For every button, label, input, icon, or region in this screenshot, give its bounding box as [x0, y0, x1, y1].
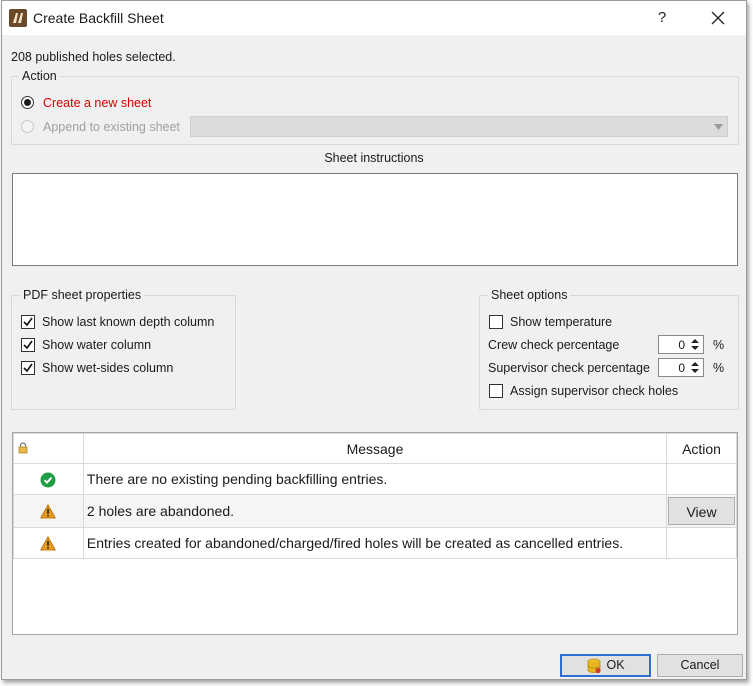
show-temperature-label[interactable]: Show temperature [510, 315, 612, 329]
message-cell: There are no existing pending backfillin… [82, 463, 668, 495]
spin-arrows-icon[interactable] [688, 360, 702, 375]
selection-summary: 208 published holes selected. [11, 50, 176, 64]
dialog-window: Create Backfill Sheet ? 208 published ho… [1, 0, 747, 680]
title-bar: Create Backfill Sheet ? [2, 1, 746, 35]
database-icon [588, 658, 602, 673]
existing-sheet-select[interactable] [190, 116, 728, 137]
assign-supervisor-label[interactable]: Assign supervisor check holes [510, 384, 678, 398]
table-row: Entries created for abandoned/charged/fi… [13, 527, 737, 559]
pdf-properties-legend: PDF sheet properties [20, 288, 145, 302]
show-temperature-checkbox[interactable] [489, 315, 503, 329]
action-cell [666, 463, 737, 495]
action-column-header: Action [666, 433, 737, 464]
supervisor-check-spinbox[interactable]: 0 [658, 358, 704, 377]
table-header-row: Message Action [13, 433, 737, 464]
show-water-column-checkbox[interactable] [21, 338, 35, 352]
crew-check-unit: % [713, 338, 725, 352]
action-cell: View [666, 494, 737, 528]
view-button[interactable]: View [668, 497, 735, 525]
action-cell [666, 527, 737, 559]
checkmark-icon [23, 317, 33, 327]
table-row: 2 holes are abandoned. View [13, 494, 737, 528]
ok-label: OK [606, 658, 625, 672]
cancel-button[interactable]: Cancel [657, 654, 743, 677]
message-cell: 2 holes are abandoned. [82, 494, 668, 528]
warning-icon [40, 504, 57, 519]
show-depth-column-label[interactable]: Show last known depth column [42, 315, 214, 329]
checkmark-icon [23, 363, 33, 373]
message-cell: Entries created for abandoned/charged/fi… [82, 527, 668, 559]
create-new-sheet-label[interactable]: Create a new sheet [43, 96, 151, 110]
supervisor-check-unit: % [713, 361, 725, 375]
crew-check-value: 0 [678, 338, 685, 352]
lock-icon [18, 441, 28, 453]
close-button[interactable] [704, 7, 732, 29]
pdf-properties-group [11, 295, 236, 410]
close-icon [711, 11, 725, 25]
show-water-column-label[interactable]: Show water column [42, 338, 151, 352]
append-existing-sheet-radio[interactable] [21, 120, 34, 133]
action-legend: Action [19, 69, 60, 83]
status-cell [13, 494, 84, 528]
sheet-options-legend: Sheet options [488, 288, 571, 302]
status-cell [13, 527, 84, 559]
app-logo-icon [9, 9, 27, 27]
assign-supervisor-checkbox[interactable] [489, 384, 503, 398]
message-column-header: Message [82, 433, 668, 464]
show-wet-sides-column-label[interactable]: Show wet-sides column [42, 361, 173, 375]
sheet-instructions-label: Sheet instructions [324, 151, 424, 165]
sheet-instructions-input[interactable] [12, 173, 738, 266]
lock-column-header [13, 433, 84, 464]
create-new-sheet-radio[interactable] [21, 96, 34, 109]
check-circle-icon [40, 472, 56, 488]
supervisor-check-label: Supervisor check percentage [488, 361, 650, 375]
crew-check-label: Crew check percentage [488, 338, 620, 352]
crew-check-spinbox[interactable]: 0 [658, 335, 704, 354]
append-existing-sheet-label[interactable]: Append to existing sheet [43, 120, 180, 134]
supervisor-check-value: 0 [678, 361, 685, 375]
help-button[interactable]: ? [650, 7, 674, 29]
spin-arrows-icon[interactable] [688, 337, 702, 352]
table-row: There are no existing pending backfillin… [13, 463, 737, 495]
checkmark-icon [23, 340, 33, 350]
window-title: Create Backfill Sheet [33, 10, 164, 26]
chevron-down-icon [714, 124, 723, 130]
show-wet-sides-column-checkbox[interactable] [21, 361, 35, 375]
message-table: Message Action There are no existing pen… [13, 433, 737, 559]
ok-button[interactable]: OK [560, 654, 651, 677]
show-depth-column-checkbox[interactable] [21, 315, 35, 329]
status-cell [13, 463, 84, 495]
warning-icon [40, 536, 57, 551]
